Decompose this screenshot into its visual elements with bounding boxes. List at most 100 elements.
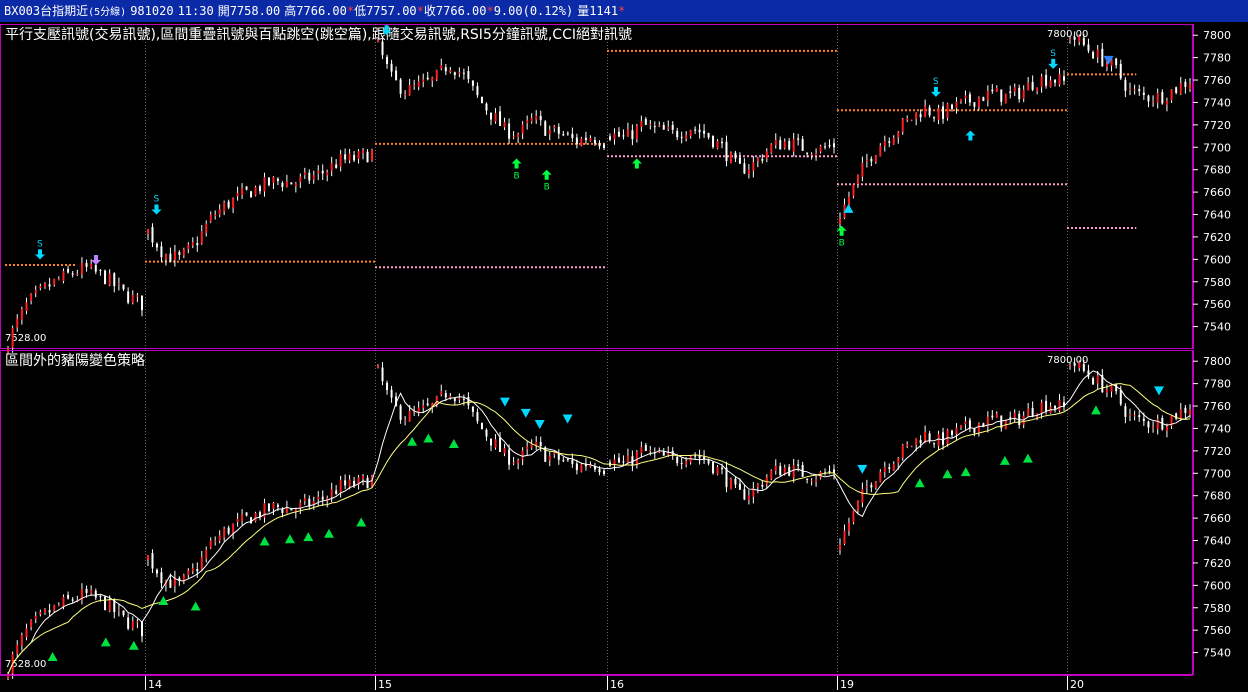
candle-body (508, 449, 511, 465)
candle-body (7, 673, 9, 679)
candle-body (995, 413, 998, 418)
sell-arrow-icon[interactable] (930, 86, 941, 97)
candle-body (861, 162, 864, 177)
buy-triangle-icon[interactable] (303, 532, 314, 542)
candle-body (716, 140, 719, 149)
buy-triangle-icon[interactable] (47, 651, 58, 661)
buy-triangle-icon[interactable] (324, 528, 334, 538)
y-tick-label: 7700 (1203, 467, 1231, 480)
buy-triangle-icon[interactable] (1022, 453, 1033, 463)
candle-body (815, 479, 818, 482)
buy-arrow-icon[interactable] (541, 169, 552, 180)
candle-body (756, 484, 759, 488)
candle-body (738, 157, 741, 164)
candle-body (326, 171, 329, 176)
candle-body (1040, 402, 1043, 414)
chart-area[interactable]: 7540 7560 7580 7600 7620 7640 7660 7680 7700 7720… (0, 22, 1248, 692)
sell-arrow-icon[interactable] (35, 249, 45, 260)
candle-body (839, 218, 841, 224)
candle-body (1142, 418, 1145, 422)
candle-body (933, 443, 936, 445)
buy-triangle-icon[interactable] (284, 534, 295, 544)
buy-triangle-icon[interactable] (128, 640, 139, 650)
buy-arrow-icon[interactable] (631, 158, 642, 169)
candle-body (725, 141, 728, 162)
candle-body (67, 268, 70, 273)
candle-body (131, 294, 134, 303)
candle-body (539, 115, 542, 121)
candle-body (308, 172, 311, 181)
sell-triangle-icon[interactable] (857, 464, 868, 474)
candle-body (104, 270, 107, 284)
candle-body (897, 458, 900, 464)
buy-triangle-icon[interactable] (960, 467, 971, 477)
sell-arrow-icon[interactable] (1048, 58, 1059, 69)
buy-triangle-icon[interactable] (914, 478, 925, 488)
candle-body (535, 115, 538, 120)
buy-triangle-icon[interactable] (259, 536, 270, 546)
candle-body (1069, 365, 1071, 367)
up-arrow-icon[interactable] (965, 130, 976, 141)
buy-arrow-icon[interactable] (836, 225, 847, 236)
sell-triangle-icon[interactable] (562, 414, 573, 424)
candle-body (852, 184, 855, 197)
sell-triangle-icon[interactable] (1153, 386, 1164, 396)
sell-triangle-icon[interactable] (520, 408, 531, 418)
buy-triangle-icon[interactable] (356, 517, 367, 527)
panel-border (0, 24, 1193, 349)
candle-body (200, 231, 203, 244)
candle-body (317, 170, 320, 174)
buy-triangle-icon[interactable] (448, 439, 459, 449)
candle-body (747, 169, 750, 174)
candle-body (951, 104, 953, 109)
strategy-panel[interactable]: 7540 7560 7580 7600 7620 7640 7660 7680 7700 7720… (0, 350, 1232, 681)
candle-body (1165, 426, 1168, 431)
candle-body (521, 124, 524, 134)
candle-body (196, 243, 199, 246)
sell-triangle-icon[interactable] (534, 420, 545, 430)
buy-arrow-icon[interactable] (511, 158, 522, 169)
candle-body (879, 145, 882, 157)
signal-label: S (37, 239, 43, 249)
candle-body (187, 244, 190, 250)
signal-panel[interactable]: 7540 7560 7580 7600 7620 7640 7660 7680 7700 7720… (0, 22, 1232, 355)
candle-body (141, 621, 143, 637)
candle-body (603, 144, 605, 148)
candle-body (879, 471, 882, 483)
candle-body (1058, 400, 1061, 411)
buy-triangle-icon[interactable] (942, 469, 953, 479)
buy-triangle-icon[interactable] (423, 433, 434, 443)
sell-arrow-icon[interactable] (91, 254, 101, 265)
candle-body (828, 471, 831, 473)
candle-body (471, 406, 474, 412)
candle-body (303, 172, 306, 176)
candle-body (1054, 405, 1057, 409)
buy-triangle-icon[interactable] (100, 637, 111, 647)
candle-body (285, 507, 288, 514)
candle-body (113, 273, 116, 287)
candle-body (968, 420, 971, 429)
candle-body (649, 450, 652, 452)
sell-triangle-icon[interactable] (499, 397, 510, 407)
candle-body (99, 595, 102, 597)
candle-body (160, 246, 163, 258)
candle-body (801, 139, 804, 151)
sell-arrow-icon[interactable] (151, 204, 162, 215)
y-tick-label: 7600 (1203, 253, 1231, 266)
candle-body (377, 365, 379, 368)
buy-triangle-icon[interactable] (999, 455, 1010, 465)
buy-triangle-icon[interactable] (190, 601, 201, 611)
candle-body (1119, 390, 1122, 405)
candle-body (71, 599, 74, 601)
buy-triangle-icon[interactable] (407, 436, 418, 446)
candle-body (892, 463, 895, 471)
candle-body (729, 152, 732, 164)
candle-body (658, 125, 661, 127)
candle-body (977, 97, 980, 108)
y-tick-label: 7540 (1203, 647, 1231, 660)
candle-body (494, 113, 497, 122)
candle-body (689, 130, 692, 137)
buy-triangle-icon[interactable] (1090, 405, 1101, 415)
candle-body (209, 540, 212, 548)
candle-body (458, 72, 461, 74)
